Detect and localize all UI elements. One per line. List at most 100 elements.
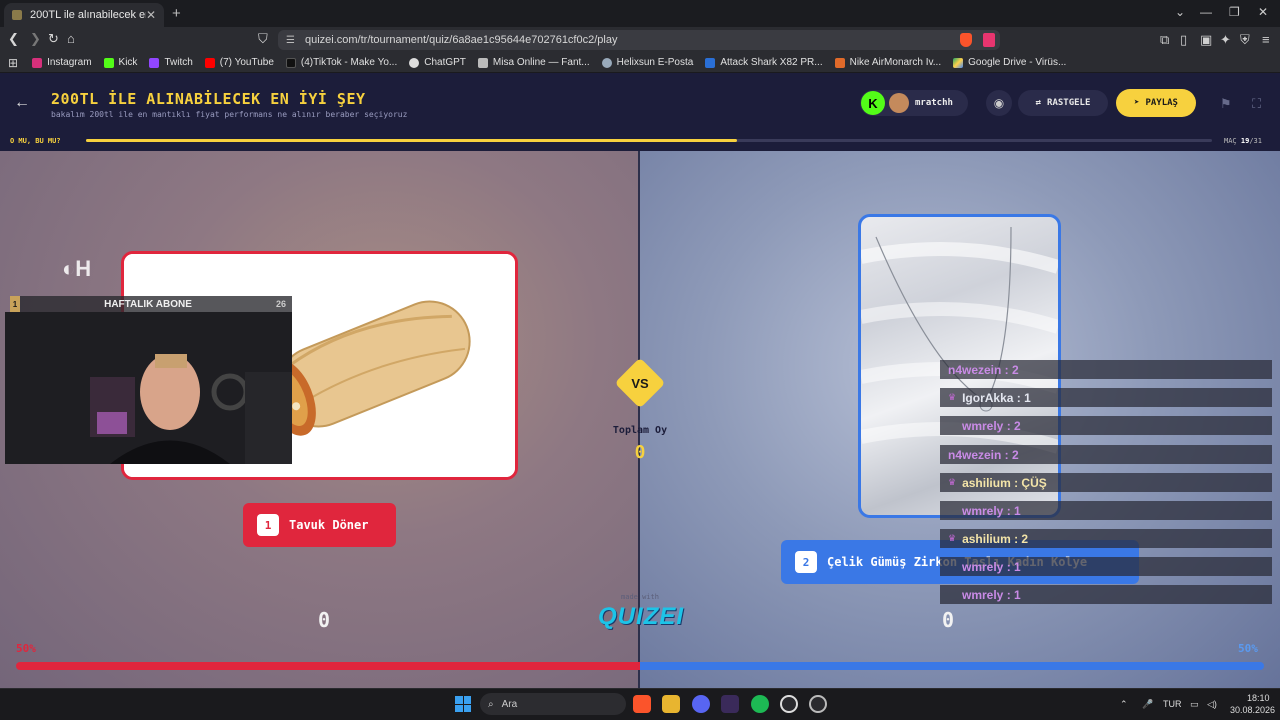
total-votes-label: Toplam Oy <box>612 425 668 436</box>
close-tab-icon[interactable]: ✕ <box>146 8 156 22</box>
tab-list-chevron-icon[interactable]: ⌄ <box>1175 5 1185 19</box>
bookmark-chatgpt[interactable]: ChatGPT <box>409 57 466 68</box>
tray-chevron-icon[interactable]: ⌃ <box>1120 699 1128 710</box>
nike-icon <box>834 57 845 68</box>
chat-message: ♛ ashilium : ÇÜŞ <box>940 473 1272 492</box>
webcam-overlay <box>5 312 292 464</box>
send-icon: ➤ <box>1134 98 1140 108</box>
vs-label: VS <box>631 376 649 391</box>
home-icon[interactable]: ⌂ <box>67 31 75 46</box>
sub-badge-icon: ♛ <box>948 477 957 487</box>
helixsun-logo: ◐H <box>62 256 92 281</box>
bookmark-google-drive[interactable]: Google Drive - Virüs... <box>953 57 1066 68</box>
brave-rewards-icon[interactable] <box>983 33 995 47</box>
url-text: quizei.com/tr/tournament/quiz/6a8ae1c956… <box>304 34 618 46</box>
windows-start-icon[interactable] <box>455 696 471 712</box>
minimize-icon[interactable]: — <box>1200 5 1212 19</box>
maximize-icon[interactable]: ❐ <box>1229 5 1240 19</box>
file-explorer-icon[interactable] <box>662 695 680 713</box>
network-icon[interactable]: ▭ <box>1190 699 1199 710</box>
bookmark-attack-shark[interactable]: Attack Shark X82 PR... <box>705 57 823 68</box>
instagram-icon <box>32 57 43 68</box>
next-app-icon[interactable] <box>721 695 739 713</box>
vpn-icon[interactable]: ⛨ <box>1240 32 1250 48</box>
bookmark-helixsun[interactable]: Helixsun E-Posta <box>601 57 693 68</box>
kick-user-badge[interactable]: K mratchh <box>860 90 968 116</box>
new-tab-button[interactable]: + <box>172 5 181 22</box>
tab-favicon <box>12 10 22 20</box>
sub-badge-icon: ♛ <box>948 392 957 402</box>
bookmark-youtube[interactable]: (7) YouTube <box>204 57 274 68</box>
share-button[interactable]: ➤ PAYLAŞ <box>1116 89 1196 117</box>
sidebar-icon[interactable]: ▯ <box>1180 32 1187 48</box>
wallet-icon[interactable]: ▣ <box>1200 32 1212 48</box>
back-arrow-icon[interactable]: ← <box>14 94 30 112</box>
forward-icon[interactable]: ❯ <box>30 31 41 47</box>
steam-icon[interactable] <box>809 695 827 713</box>
brave-taskbar-icon[interactable] <box>633 695 651 713</box>
bookmark-kick[interactable]: Kick <box>103 57 137 68</box>
kick-icon: K <box>861 91 885 115</box>
close-window-icon[interactable]: ✕ <box>1258 5 1268 19</box>
left-score: 0 <box>318 608 331 632</box>
chat-message: wmrely : 1 <box>940 585 1272 604</box>
bookmark-instagram[interactable]: Instagram <box>32 57 92 68</box>
brave-shield-icon[interactable] <box>960 33 972 47</box>
flag-icon[interactable]: ⚑ <box>1220 96 1232 112</box>
right-vote-bar <box>640 662 1264 670</box>
chat-message: ♛ ashilium : 2 <box>940 529 1272 548</box>
reload-icon[interactable]: ↻ <box>48 31 59 47</box>
tab-strip <box>0 0 1280 27</box>
menu-icon[interactable]: ≡ <box>1262 32 1270 47</box>
tab-title: 200TL ile alınabilecek en iyi şey <box>30 9 146 21</box>
google-drive-icon <box>953 57 964 68</box>
chatgpt-icon <box>409 57 420 68</box>
made-with-label: made with <box>621 593 659 601</box>
sub-label: HAFTALIK ABONE <box>104 298 192 310</box>
search-placeholder: Ara <box>501 698 518 710</box>
match-counter: MAÇ 19/31 <box>1224 137 1262 145</box>
bookmark-twitch[interactable]: Twitch <box>149 57 193 68</box>
microphone-icon[interactable]: 🎤 <box>1142 699 1153 710</box>
sub-badge-icon: ♛ <box>948 533 957 543</box>
progress-fill <box>86 139 737 142</box>
bookmark-tiktok[interactable]: (4)TikTok - Make Yo... <box>285 57 397 68</box>
streamer-webcam-image <box>5 312 292 464</box>
obs-icon[interactable] <box>780 695 798 713</box>
apps-grid-icon[interactable]: ⊞ <box>8 56 18 70</box>
eye-icon[interactable]: ◉ <box>986 90 1012 116</box>
quizei-logo: QUIZEI <box>598 603 685 630</box>
back-icon[interactable]: ❮ <box>8 31 19 47</box>
progress-label: O MU, BU MU? <box>10 137 61 145</box>
volume-icon[interactable]: ◁) <box>1207 699 1217 710</box>
language-indicator[interactable]: TUR <box>1163 699 1182 709</box>
sub-count: 26 <box>275 299 286 309</box>
bookmark-icon[interactable]: ⛉ <box>258 31 268 47</box>
spotify-icon[interactable] <box>751 695 769 713</box>
youtube-icon <box>204 57 215 68</box>
right-score: 0 <box>942 608 955 632</box>
left-percent: 50% <box>16 642 36 655</box>
left-choice-label[interactable]: 1 Tavuk Döner <box>243 503 396 547</box>
bookmark-nike[interactable]: Nike AirMonarch Iv... <box>834 57 941 68</box>
browser-tab[interactable]: 200TL ile alınabilecek en iyi şey ✕ <box>4 3 164 27</box>
leo-ai-icon[interactable]: ✦ <box>1220 32 1231 48</box>
username: mratchh <box>915 98 953 108</box>
extensions-icon[interactable]: ⧉ <box>1160 32 1169 48</box>
left-choice-name: Tavuk Döner <box>289 518 369 532</box>
chat-message: ♛ IgorAkka : 1 <box>940 388 1272 407</box>
taskbar-search[interactable]: ⌕ Ara <box>480 693 626 715</box>
quiz-subtitle: bakalım 200tl ile en mantıklı fiyat perf… <box>51 110 408 119</box>
random-button[interactable]: ⇄ RASTGELE <box>1018 90 1108 116</box>
random-icon: ⇄ <box>1035 98 1042 108</box>
fullscreen-icon[interactable]: ⛶ <box>1252 96 1261 112</box>
bookmark-misa[interactable]: Misa Online — Fant... <box>477 57 590 68</box>
address-bar[interactable]: ☰ quizei.com/tr/tournament/quiz/6a8ae1c9… <box>278 30 1000 50</box>
bookmarks-bar: ⊞ Instagram Kick Twitch (7) YouTube (4)T… <box>0 53 1280 73</box>
discord-icon[interactable] <box>692 695 710 713</box>
clock-date[interactable]: 30.08.2026 <box>1230 705 1275 715</box>
clock-time[interactable]: 18:10 <box>1247 693 1270 703</box>
site-settings-icon[interactable]: ☰ <box>286 35 295 46</box>
twitch-icon <box>149 57 160 68</box>
helixsun-icon <box>601 57 612 68</box>
